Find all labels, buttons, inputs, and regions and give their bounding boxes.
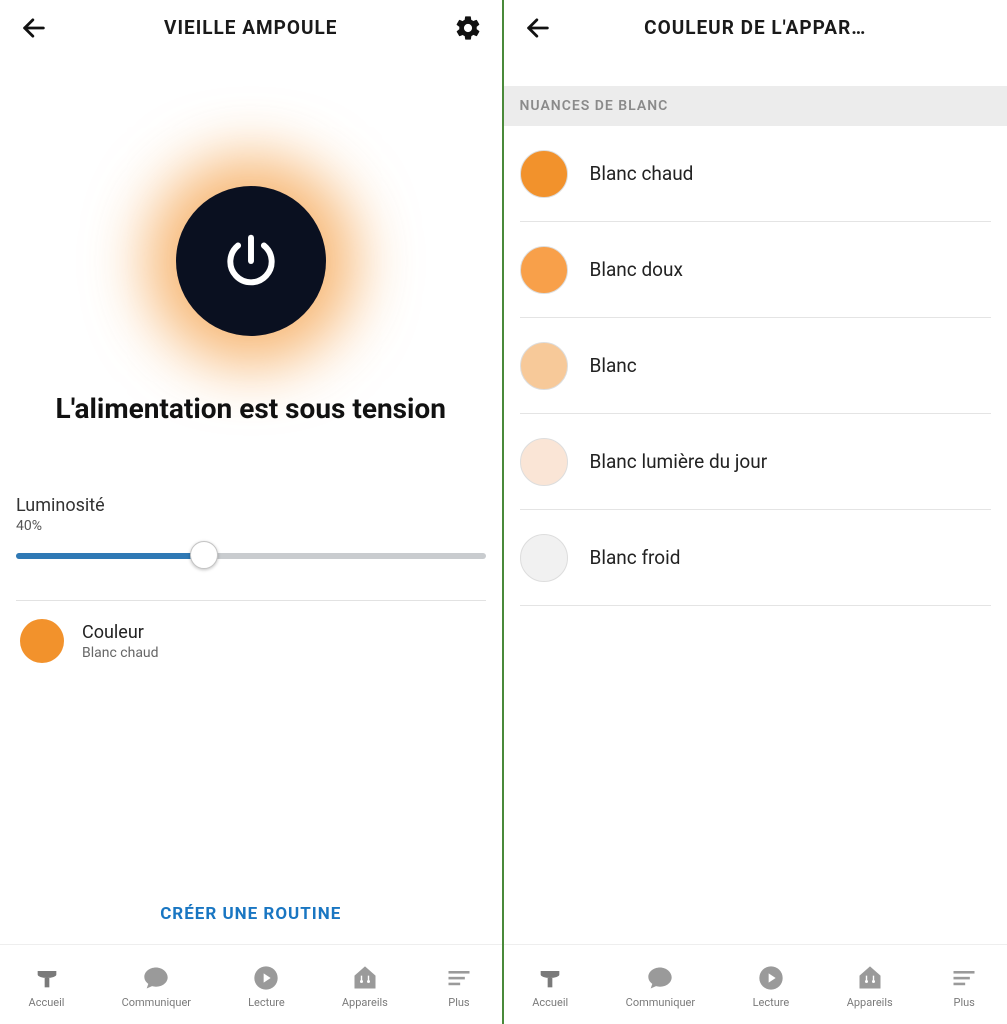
page-title: COULEUR DE L'APPAR… (556, 16, 956, 39)
tab-devices[interactable]: Appareils (342, 964, 388, 1009)
tab-devices[interactable]: Appareils (847, 964, 893, 1009)
color-swatch (20, 619, 64, 663)
color-swatch-icon (520, 342, 568, 390)
header: COULEUR DE L'APPAR… (504, 0, 1007, 56)
color-swatch-icon (520, 150, 568, 198)
device-control-screen: VIEILLE AMPOULE L'alimentation est sous … (0, 0, 504, 1024)
option-daylight-white[interactable]: Blanc lumière du jour (520, 414, 992, 510)
slider-thumb[interactable] (190, 541, 218, 569)
play-icon (757, 964, 785, 992)
tab-label: Accueil (532, 996, 568, 1009)
tab-label: Lecture (248, 996, 285, 1009)
tab-communicate[interactable]: Communiquer (626, 964, 695, 1009)
tab-label: Communiquer (626, 996, 695, 1009)
header: VIEILLE AMPOULE (0, 0, 502, 56)
home-icon (536, 964, 564, 992)
section-header-whites: NUANCES DE BLANC (504, 86, 1007, 126)
tab-more[interactable]: Plus (445, 964, 473, 1009)
page-title: VIEILLE AMPOULE (52, 16, 450, 39)
tab-label: Accueil (29, 996, 65, 1009)
tab-label: Appareils (342, 996, 388, 1009)
color-swatch-icon (520, 246, 568, 294)
back-icon[interactable] (520, 14, 556, 42)
more-icon (445, 964, 473, 992)
color-picker-screen: COULEUR DE L'APPAR… NUANCES DE BLANC Bla… (504, 0, 1007, 1024)
option-label: Blanc chaud (590, 162, 694, 185)
white-shades-list: Blanc chaud Blanc doux Blanc Blanc lumiè… (504, 126, 1007, 606)
option-soft-white[interactable]: Blanc doux (520, 222, 992, 318)
tab-label: Lecture (753, 996, 790, 1009)
play-icon (252, 964, 280, 992)
color-label: Couleur (82, 622, 159, 643)
color-current-value: Blanc chaud (82, 645, 159, 661)
tab-home[interactable]: Accueil (29, 964, 65, 1009)
tab-home[interactable]: Accueil (532, 964, 568, 1009)
tab-more[interactable]: Plus (950, 964, 978, 1009)
option-label: Blanc doux (590, 258, 683, 281)
option-cool-white[interactable]: Blanc froid (520, 510, 992, 606)
color-swatch-icon (520, 534, 568, 582)
brightness-control: Luminosité 40% (16, 495, 486, 564)
tab-bar: Accueil Communiquer Lecture Appareils Pl… (0, 944, 502, 1024)
option-label: Blanc lumière du jour (590, 450, 768, 473)
slider-fill (16, 553, 204, 559)
create-routine-link[interactable]: CRÉER UNE ROUTINE (16, 904, 486, 924)
brightness-slider[interactable] (16, 546, 486, 564)
devices-icon (856, 964, 884, 992)
brightness-value: 40% (16, 518, 486, 534)
tab-label: Communiquer (122, 996, 191, 1009)
option-label: Blanc (590, 354, 637, 377)
tab-label: Appareils (847, 996, 893, 1009)
tab-bar: Accueil Communiquer Lecture Appareils Pl… (504, 944, 1007, 1024)
option-white[interactable]: Blanc (520, 318, 992, 414)
tab-play[interactable]: Lecture (248, 964, 285, 1009)
power-status: L'alimentation est sous tension (16, 392, 486, 425)
color-setting-row[interactable]: Couleur Blanc chaud (16, 601, 486, 663)
option-label: Blanc froid (590, 546, 681, 569)
tab-label: Plus (448, 996, 469, 1009)
tab-play[interactable]: Lecture (753, 964, 790, 1009)
option-warm-white[interactable]: Blanc chaud (520, 126, 992, 222)
tab-label: Plus (954, 996, 975, 1009)
chat-icon (142, 964, 170, 992)
chat-icon (646, 964, 674, 992)
more-icon (950, 964, 978, 992)
home-icon (33, 964, 61, 992)
tab-communicate[interactable]: Communiquer (122, 964, 191, 1009)
back-icon[interactable] (16, 14, 52, 42)
devices-icon (351, 964, 379, 992)
power-toggle-button[interactable] (176, 186, 326, 336)
power-icon (220, 230, 282, 292)
brightness-label: Luminosité (16, 495, 486, 516)
color-swatch-icon (520, 438, 568, 486)
settings-icon[interactable] (450, 14, 486, 42)
